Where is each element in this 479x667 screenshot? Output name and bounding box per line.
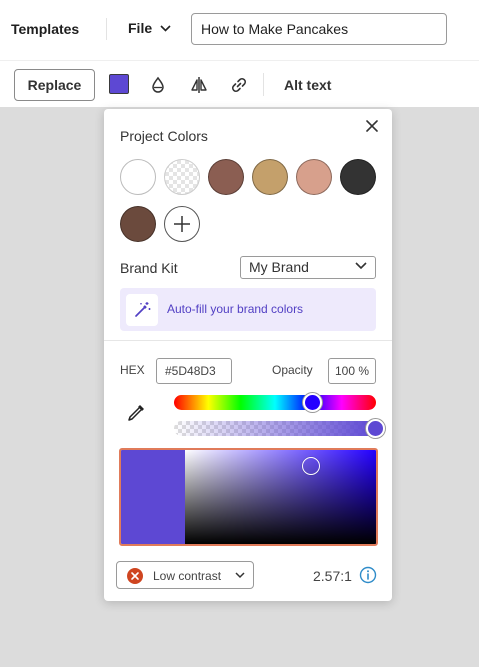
color-picker-panel: Project Colors Brand Kit My Brand Auto-f…: [104, 109, 392, 601]
opacity-input[interactable]: [328, 358, 376, 384]
templates-link[interactable]: Templates: [11, 21, 79, 37]
autofill-brand-colors-button[interactable]: Auto-fill your brand colors: [120, 288, 376, 331]
color-swatch-button[interactable]: [109, 74, 129, 94]
divider: [263, 73, 264, 96]
hex-label: HEX: [120, 363, 145, 377]
eyedropper-icon[interactable]: [126, 401, 148, 423]
info-icon[interactable]: [359, 566, 377, 584]
image-toolbar: Replace Alt text: [0, 60, 479, 107]
contrast-label: Low contrast: [153, 569, 222, 583]
project-colors-title: Project Colors: [120, 128, 208, 144]
current-color-preview: [121, 450, 185, 544]
hue-slider[interactable]: [174, 393, 376, 412]
project-color-swatch[interactable]: [296, 159, 332, 195]
replace-button[interactable]: Replace: [14, 69, 95, 101]
file-menu-label: File: [128, 20, 153, 36]
opacity-label: Opacity: [272, 363, 313, 377]
flip-icon[interactable]: [189, 75, 209, 95]
saturation-brightness-area[interactable]: [185, 450, 376, 544]
close-icon[interactable]: [363, 117, 381, 135]
opacity-slider[interactable]: [174, 419, 385, 438]
divider: [104, 340, 392, 341]
magic-wand-icon: [126, 294, 158, 326]
file-menu-button[interactable]: File: [128, 20, 171, 36]
top-bar: Templates File: [0, 0, 479, 60]
add-color-button[interactable]: [164, 206, 200, 242]
chevron-down-icon: [160, 24, 171, 32]
divider: [106, 18, 107, 40]
warning-icon: [127, 568, 143, 584]
hue-slider-thumb[interactable]: [303, 393, 323, 412]
project-color-swatch[interactable]: [120, 159, 156, 195]
transparency-icon[interactable]: [148, 75, 168, 95]
brand-kit-label: Brand Kit: [120, 260, 178, 276]
contrast-check-button[interactable]: Low contrast: [116, 561, 254, 589]
project-color-swatch[interactable]: [164, 159, 200, 195]
link-icon[interactable]: [229, 75, 249, 95]
brand-kit-select[interactable]: My Brand: [240, 256, 376, 279]
project-color-swatch[interactable]: [340, 159, 376, 195]
opacity-slider-thumb[interactable]: [366, 419, 385, 438]
color-picker-area: [119, 448, 378, 546]
color-picker-thumb[interactable]: [302, 456, 321, 475]
autofill-label: Auto-fill your brand colors: [167, 302, 304, 316]
project-color-swatch[interactable]: [252, 159, 288, 195]
document-title-input[interactable]: [191, 13, 447, 45]
chevron-down-icon: [235, 572, 245, 579]
plus-icon: [174, 216, 190, 232]
chevron-down-icon: [355, 262, 367, 270]
contrast-ratio: 2.57:1: [313, 568, 352, 584]
hex-input[interactable]: [156, 358, 232, 384]
project-color-swatch[interactable]: [208, 159, 244, 195]
alt-text-button[interactable]: Alt text: [284, 77, 331, 93]
project-color-swatch[interactable]: [120, 206, 156, 242]
brand-kit-value: My Brand: [249, 259, 309, 275]
